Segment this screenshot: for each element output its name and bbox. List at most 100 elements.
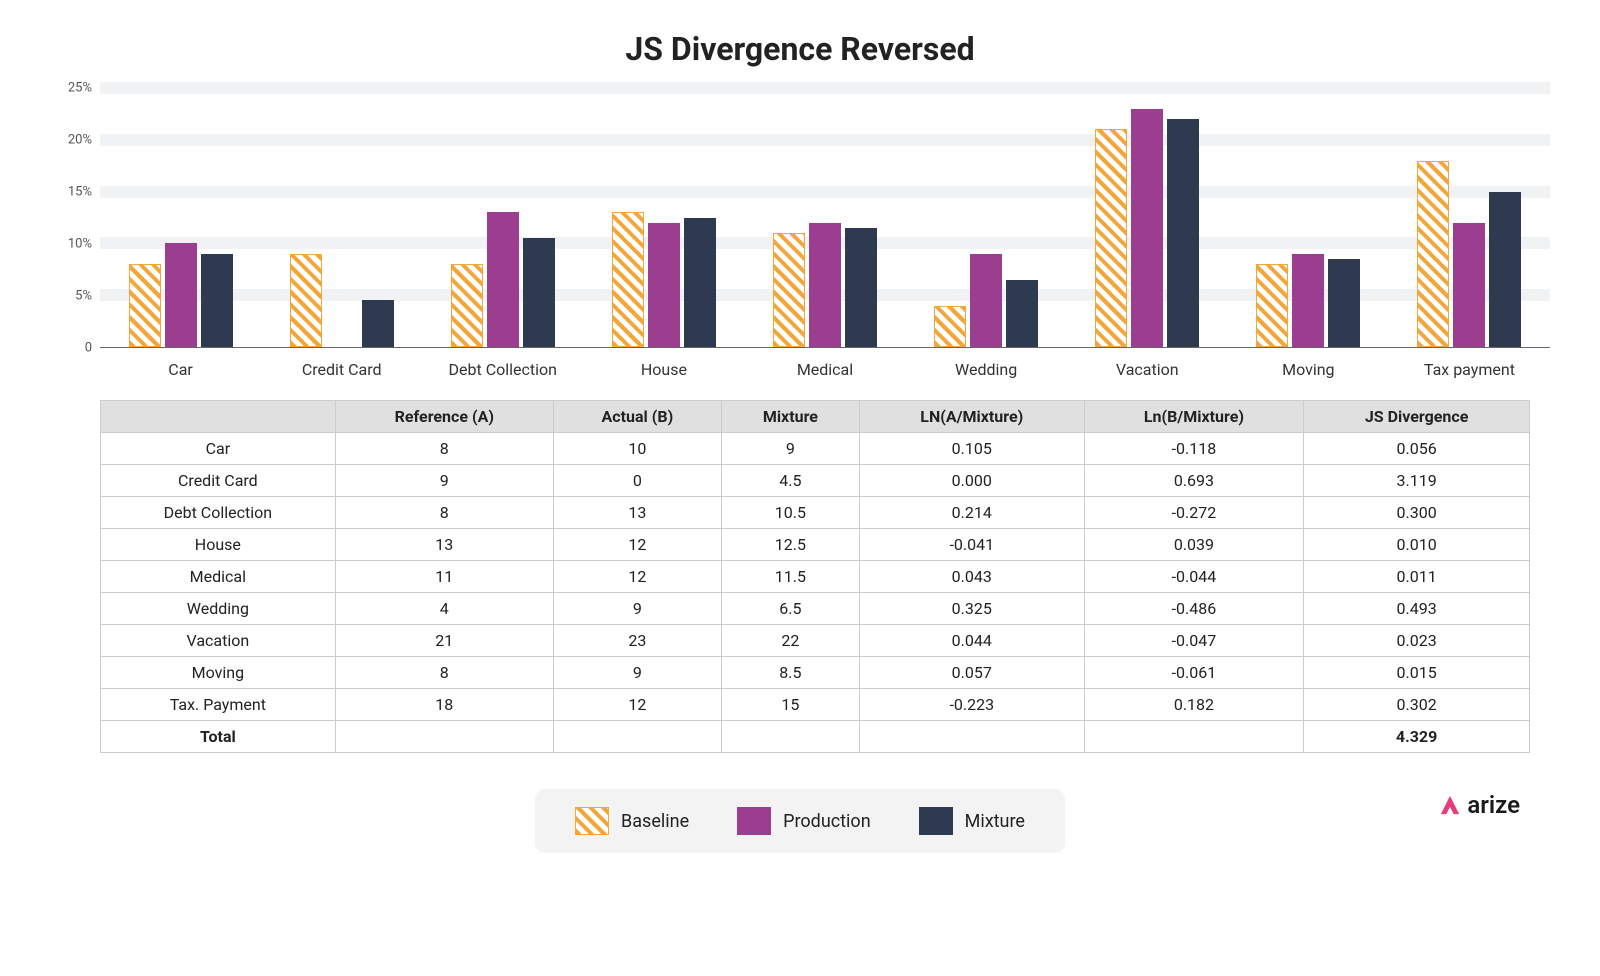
x-axis: CarCredit CardDebt CollectionHouseMedica… [100,348,1550,388]
y-tick-label: 25% [50,81,92,96]
bar-baseline [129,264,161,347]
table-cell: 0.010 [1304,529,1530,561]
bar-production [970,254,1002,347]
bar-production [1131,109,1163,347]
bar-mixture [1006,280,1038,347]
x-axis-label: Debt Collection [422,348,583,388]
bar-group [1389,88,1550,347]
table-cell: Credit Card [101,465,336,497]
table-row: Medical111211.50.043-0.0440.011 [101,561,1530,593]
bar-mixture [1167,119,1199,347]
data-table: Reference (A)Actual (B)MixtureLN(A/Mixtu… [100,400,1530,753]
table-cell: 0.214 [859,497,1084,529]
bar-mixture [201,254,233,347]
bar-group [583,88,744,347]
table-row: Moving898.50.057-0.0610.015 [101,657,1530,689]
table-cell: -0.223 [859,689,1084,721]
table-cell: 10 [553,433,721,465]
table-cell: Moving [101,657,336,689]
legend-label: Production [783,811,871,832]
table-header-cell: Reference (A) [335,401,553,433]
bar-baseline [290,254,322,347]
bar-group [100,88,261,347]
table-cell: 8 [335,497,553,529]
table-cell: -0.272 [1084,497,1304,529]
legend-label: Mixture [965,811,1025,832]
table-header-cell: Actual (B) [553,401,721,433]
bar-mixture [523,238,555,347]
table-cell: 12 [553,529,721,561]
table-cell: -0.044 [1084,561,1304,593]
arize-logo-icon [1439,794,1461,816]
x-axis-label: Medical [744,348,905,388]
table-cell: 0.057 [859,657,1084,689]
bar-baseline [1256,264,1288,347]
table-total-row: Total 4.329 [101,721,1530,753]
table-cell: 12 [553,561,721,593]
bar-baseline [773,233,805,347]
y-axis: 05%10%15%20%25% [50,88,98,348]
table-cell: 22 [721,625,859,657]
table-cell: 9 [335,465,553,497]
table-cell: 18 [335,689,553,721]
bar-mixture [362,300,394,347]
table-cell: 0.039 [1084,529,1304,561]
legend-item-production: Production [737,807,871,835]
bar-chart: 05%10%15%20%25% CarCredit CardDebt Colle… [50,88,1550,388]
table-row: Vacation2123220.044-0.0470.023 [101,625,1530,657]
table-row: House131212.5-0.0410.0390.010 [101,529,1530,561]
x-axis-label: House [583,348,744,388]
y-tick-label: 20% [50,133,92,148]
y-tick-label: 0 [50,341,92,356]
table-cell: 10.5 [721,497,859,529]
table-cell: House [101,529,336,561]
table-row: Wedding496.50.325-0.4860.493 [101,593,1530,625]
plot-area [100,88,1550,348]
x-axis-label: Credit Card [261,348,422,388]
x-axis-label: Car [100,348,261,388]
bar-baseline [934,306,966,347]
table-cell: Car [101,433,336,465]
table-body: Car81090.105-0.1180.056Credit Card904.50… [101,433,1530,753]
table-header-cell [101,401,336,433]
x-axis-label: Wedding [906,348,1067,388]
table-cell: 0.015 [1304,657,1530,689]
legend-swatch [919,807,953,835]
table-cell: 11.5 [721,561,859,593]
table-cell: 21 [335,625,553,657]
table-cell: 8 [335,657,553,689]
table-header-cell: LN(A/Mixture) [859,401,1084,433]
bar-mixture [684,218,716,348]
table-cell: 0.000 [859,465,1084,497]
table-cell: 15 [721,689,859,721]
bar-group [422,88,583,347]
table-cell: 4.329 [1304,721,1530,753]
table-header-row: Reference (A)Actual (B)MixtureLN(A/Mixtu… [101,401,1530,433]
bar-mixture [1489,192,1521,347]
table-cell [721,721,859,753]
table-cell: Wedding [101,593,336,625]
x-axis-label: Moving [1228,348,1389,388]
table-row: Car81090.105-0.1180.056 [101,433,1530,465]
page-title: JS Divergence Reversed [40,30,1560,68]
table-cell [553,721,721,753]
bar-mixture [845,228,877,347]
table-cell [335,721,553,753]
table-cell: 8 [335,433,553,465]
table-cell: -0.047 [1084,625,1304,657]
table-cell: 0.043 [859,561,1084,593]
table-cell: Total [101,721,336,753]
bar-group [1067,88,1228,347]
table-cell: 12 [553,689,721,721]
table-cell: 11 [335,561,553,593]
table-cell: 8.5 [721,657,859,689]
table-cell: 0.300 [1304,497,1530,529]
y-tick-label: 15% [50,185,92,200]
bar-production [1292,254,1324,347]
table-header-cell: Ln(B/Mixture) [1084,401,1304,433]
bar-group [261,88,422,347]
bar-production [487,212,519,347]
table-cell: 13 [335,529,553,561]
legend-label: Baseline [621,811,689,832]
table-cell: 23 [553,625,721,657]
